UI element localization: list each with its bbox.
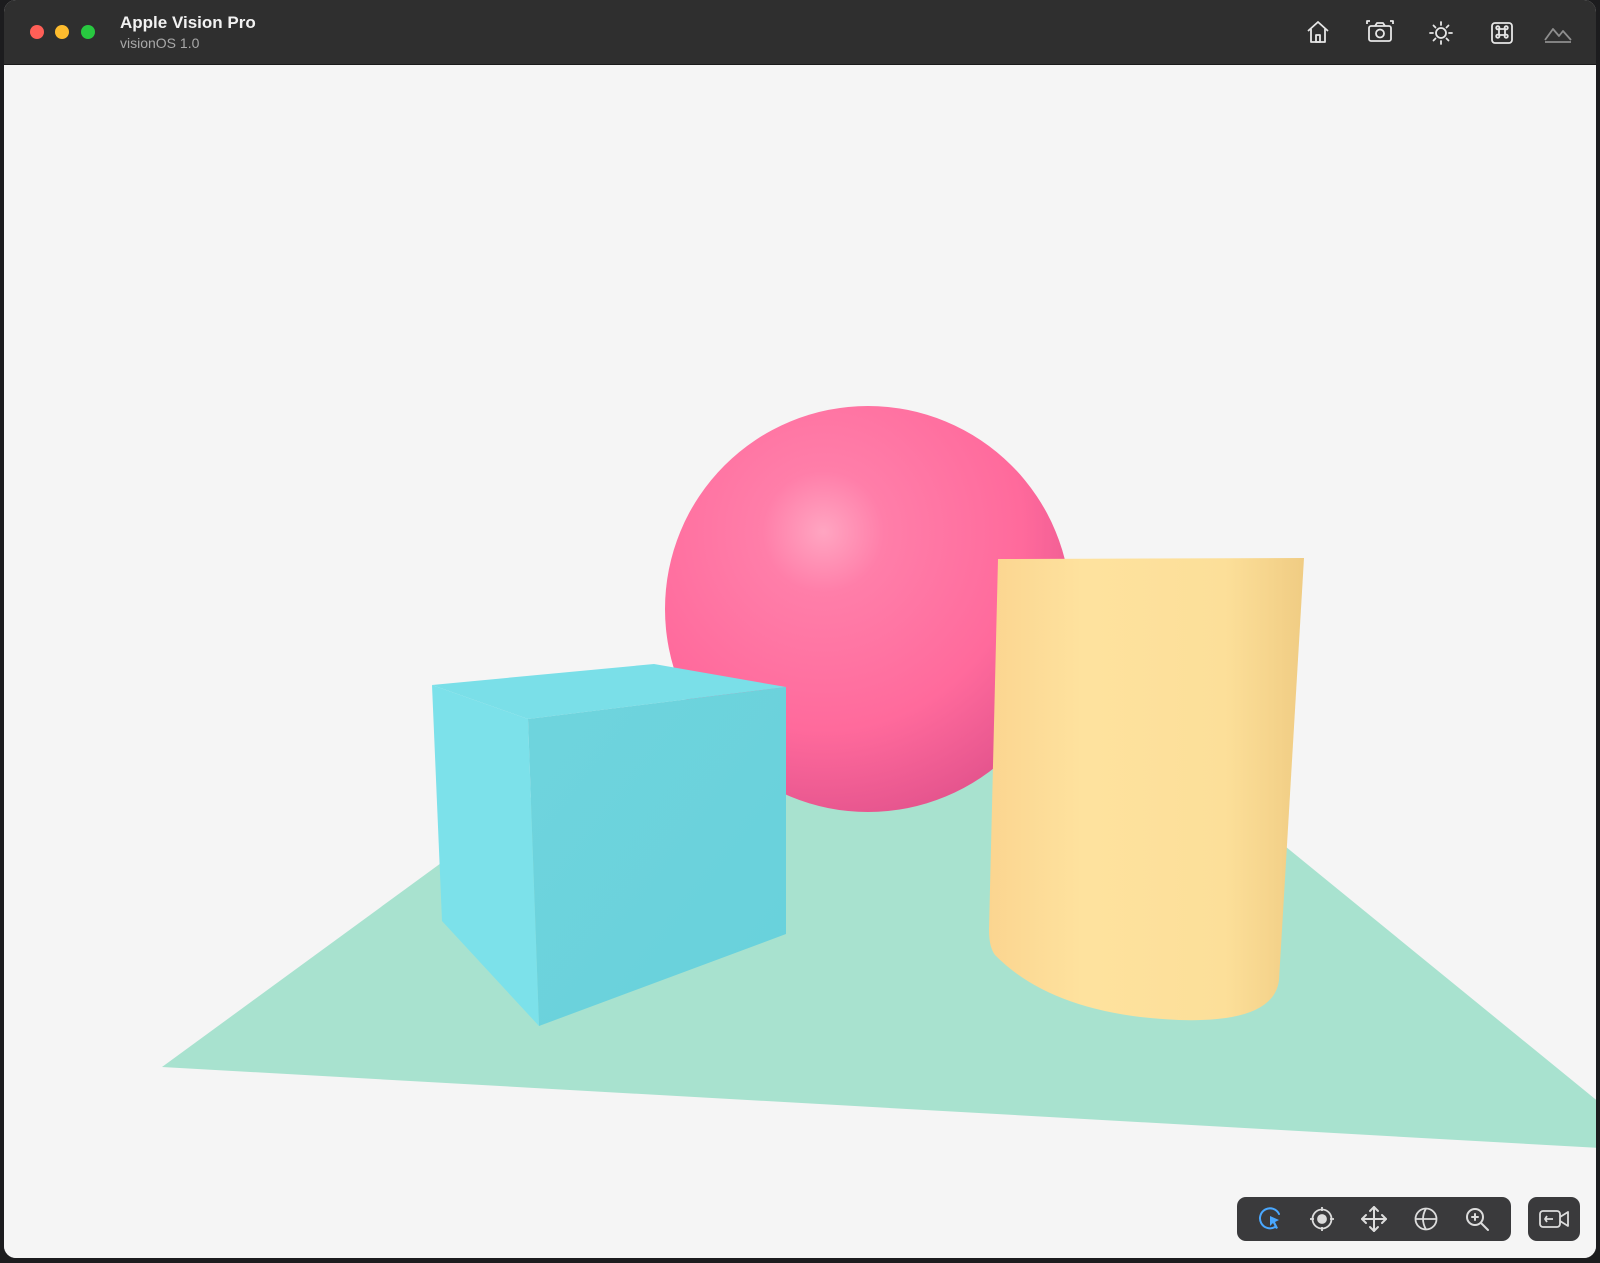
select-tool[interactable] [1251, 1201, 1291, 1237]
screenshot-button[interactable] [1364, 16, 1396, 48]
zoom-tool[interactable] [1457, 1201, 1497, 1237]
yellow-cylinder[interactable] [989, 558, 1304, 1021]
video-camera-icon [1539, 1210, 1569, 1228]
globe-icon [1414, 1207, 1437, 1231]
brightness-button[interactable] [1425, 16, 1457, 48]
magnifier-icon [1466, 1208, 1490, 1231]
simulator-window: Apple Vision Pro visionOS 1.0 [4, 0, 1596, 1258]
command-icon [1491, 22, 1513, 44]
home-icon [1307, 21, 1329, 43]
environment-icon [1544, 28, 1572, 43]
brightness-icon [1429, 21, 1453, 45]
minimize-button[interactable] [55, 25, 69, 39]
rotate-tool[interactable] [1406, 1201, 1446, 1237]
environment-button[interactable] [1542, 16, 1574, 48]
window-subtitle: visionOS 1.0 [120, 35, 200, 51]
window-title: Apple Vision Pro [120, 13, 256, 32]
scene-viewport[interactable] [4, 65, 1596, 1258]
3d-scene[interactable] [4, 65, 1596, 1258]
orbit-icon [1310, 1207, 1335, 1231]
command-button[interactable] [1486, 16, 1518, 48]
pan-tool[interactable] [1354, 1201, 1394, 1237]
screenshot-icon [1366, 20, 1394, 42]
close-button[interactable] [30, 25, 44, 39]
interaction-toolbar [1237, 1197, 1511, 1241]
title-bar[interactable]: Apple Vision Pro visionOS 1.0 [4, 0, 1596, 65]
move-arrows-icon [1360, 1206, 1387, 1232]
zoom-button[interactable] [81, 25, 95, 39]
orbit-tool[interactable] [1302, 1201, 1342, 1237]
camera-view-button[interactable] [1528, 1197, 1580, 1241]
select-pointer-icon [1258, 1207, 1280, 1230]
home-button[interactable] [1302, 16, 1334, 48]
